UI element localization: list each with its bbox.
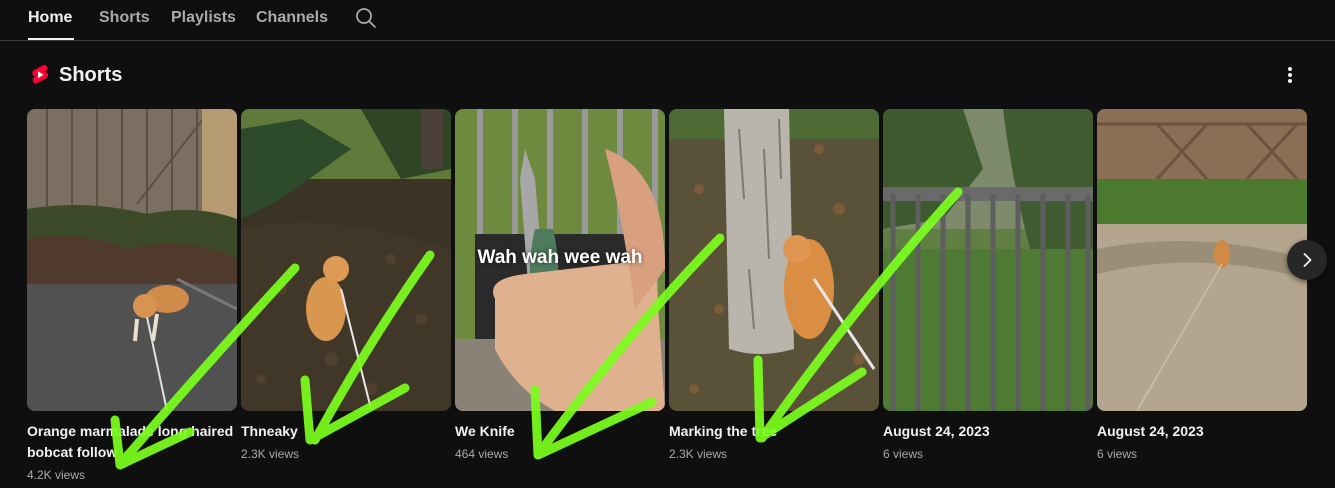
short-overlay-text: Wah wah wee wah	[477, 247, 643, 268]
short-thumbnail[interactable]	[27, 109, 237, 411]
short-thumbnail[interactable]	[1097, 109, 1307, 411]
short-title[interactable]: Orange marmalade long haired bobcat foll…	[27, 421, 237, 463]
tab-home[interactable]: Home	[28, 0, 74, 40]
shorts-logo-icon	[29, 64, 51, 86]
short-card: Thneaky 2.3K views	[241, 109, 451, 463]
short-views: 2.3K views	[669, 447, 728, 461]
short-views: 4.2K views	[27, 468, 86, 482]
search-icon[interactable]	[354, 6, 378, 30]
tab-channels[interactable]: Channels	[256, 0, 328, 40]
short-title[interactable]: Marking the tree	[669, 421, 879, 442]
short-views: 6 views	[1097, 447, 1138, 461]
short-title[interactable]: Thneaky	[241, 421, 451, 442]
next-button[interactable]	[1287, 240, 1327, 280]
tab-shorts[interactable]: Shorts	[99, 0, 150, 40]
tab-playlists[interactable]: Playlists	[171, 0, 236, 40]
short-card: August 24, 2023 6 views	[1097, 109, 1307, 463]
chevron-right-icon	[1303, 253, 1312, 267]
short-card: August 24, 2023 6 views	[883, 109, 1093, 463]
short-views: 2.3K views	[241, 447, 300, 461]
section-title: Shorts	[59, 64, 123, 86]
short-title[interactable]: August 24, 2023	[883, 421, 1093, 442]
short-card: Wah wah wee wah We Knife 464 views	[455, 109, 665, 463]
short-title[interactable]: We Knife	[455, 421, 665, 442]
short-card: Marking the tree 2.3K views	[669, 109, 879, 463]
short-thumbnail[interactable]	[883, 109, 1093, 411]
short-thumbnail[interactable]: Wah wah wee wah	[455, 109, 665, 411]
channel-tabs: Home Shorts Playlists Channels	[0, 0, 1335, 41]
short-card: Orange marmalade long haired bobcat foll…	[27, 109, 237, 484]
short-views: 464 views	[455, 447, 509, 461]
short-thumbnail[interactable]	[669, 109, 879, 411]
short-title[interactable]: August 24, 2023	[1097, 421, 1307, 442]
more-vertical-icon[interactable]	[1276, 61, 1304, 89]
short-views: 6 views	[883, 447, 924, 461]
short-thumbnail[interactable]	[241, 109, 451, 411]
